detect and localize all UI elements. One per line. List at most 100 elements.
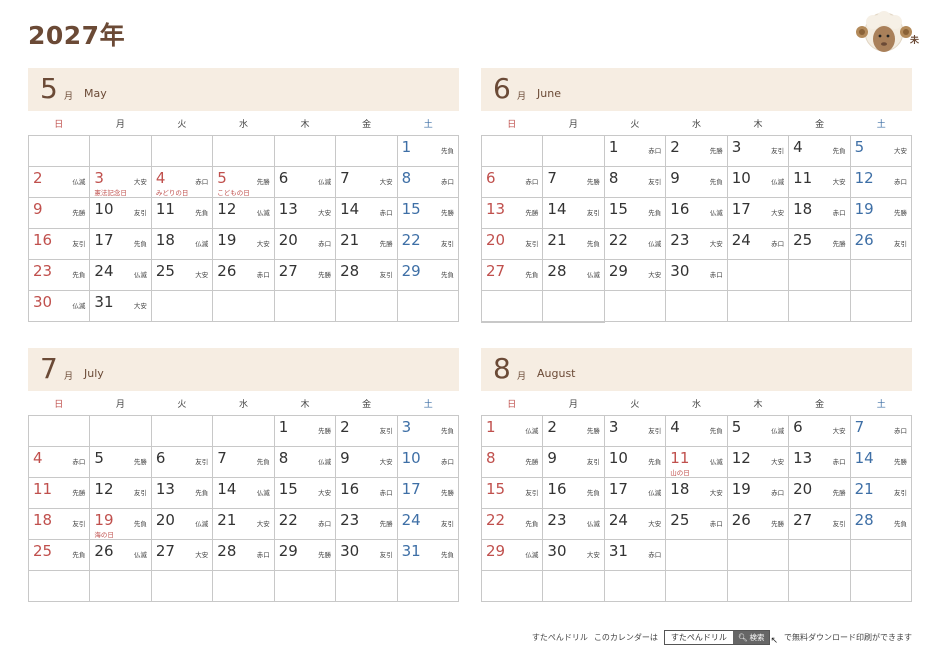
empty-cell [482,322,544,323]
empty-cell [29,416,91,447]
rokuyo-label: 大安 [133,178,147,186]
day-cell: 20 先勝 [789,478,851,509]
weekday-label: 金 [815,119,825,130]
rokuyo-label: 仏滅 [709,458,723,466]
rokuyo-label: 先勝 [771,520,785,528]
day-number: 29 [608,262,628,280]
day-number: 6 [278,169,289,187]
empty-cell [151,571,214,602]
day-number: 28 [217,542,237,560]
day-number: 9 [547,449,557,467]
holiday-name: 憲法記念日 [94,189,127,197]
day-cell: 8 仏滅 [274,447,337,478]
rokuyo-label: 大安 [832,178,846,186]
empty-cell [482,136,544,167]
day-number: 5 [731,418,742,436]
rokuyo-label: 大安 [195,271,209,279]
day-cell: 6 大安 [789,416,851,447]
day-number: 3 [94,169,104,187]
empty-cell [90,416,152,447]
rokuyo-label: 友引 [832,520,846,528]
weekday-label: 土 [876,399,886,410]
weekday-label: 火 [630,399,640,410]
day-number: 21 [217,511,237,529]
rokuyo-label: 大安 [893,147,907,155]
rokuyo-label: 先勝 [709,147,723,155]
rokuyo-label: 仏滅 [709,209,723,217]
weekday-label: 金 [362,399,372,410]
day-cell: 6 赤口 [482,167,544,198]
day-cell: 13 大安 [274,198,337,229]
day-cell: 21 友引 [850,478,912,509]
empty-cell [29,571,91,602]
rokuyo-label: 先勝 [893,458,907,466]
day-cell: 25 赤口 [666,509,728,540]
rokuyo-label: 先負 [72,551,86,559]
empty-cell [482,291,544,322]
day-cell: 22 先負 [482,509,544,540]
day-cell: 31 赤口 [604,540,667,571]
day-cell: 11 先勝 [29,478,91,509]
month-english-name: June [537,87,561,100]
day-cell: 28 仏滅 [543,260,605,291]
weekday-label: 月 [568,119,578,130]
day-cell: 16 先負 [543,478,605,509]
day-cell: 26 友引 [850,229,912,260]
rokuyo-label: 先勝 [72,489,86,497]
empty-cell [213,291,275,322]
rokuyo-label: 先勝 [256,178,270,186]
day-cell: 1 先負 [397,136,459,167]
rokuyo-label: 赤口 [72,458,86,466]
empty-cell [90,136,152,167]
rokuyo-label: 先負 [709,427,723,435]
day-cell: 11 先負 [151,198,214,229]
day-number: 16 [33,231,53,249]
day-cell: 30 友引 [336,540,398,571]
cursor-icon: ↖ [770,636,778,646]
weekday-label: 金 [362,119,372,130]
day-cell: 19 大安 [213,229,275,260]
weekday-label: 日 [54,119,64,130]
day-cell: 15 先勝 [397,198,459,229]
empty-cell [543,136,605,167]
footer-post-text: で無料ダウンロード印刷ができます [784,632,912,642]
weekday-label: 水 [691,399,701,410]
rokuyo-label: 先負 [440,147,454,155]
rokuyo-label: 先勝 [586,178,600,186]
day-number: 8 [608,169,619,187]
rokuyo-label: 友引 [648,427,662,435]
empty-cell [213,416,275,447]
day-number: 19 [94,511,114,529]
rokuyo-label: 先負 [832,147,846,155]
rokuyo-label: 赤口 [832,209,846,217]
empty-cell [482,571,544,602]
day-number: 20 [278,231,298,249]
month-header: 8 月 August [481,348,912,391]
day-number: 20 [155,511,175,529]
rokuyo-label: 大安 [709,240,723,248]
day-cell: 29 仏滅 [482,540,544,571]
day-number: 16 [670,200,690,218]
holiday-name: 山の日 [670,469,690,477]
day-number: 8 [401,169,412,187]
rokuyo-label: 赤口 [318,240,332,248]
day-number: 13 [793,449,813,467]
day-cell: 13 先勝 [482,198,544,229]
day-number: 21 [854,480,874,498]
weekday-label: 土 [423,119,433,130]
day-number: 5 [94,449,104,467]
empty-cell [850,540,912,571]
day-cell: 1 先勝 [274,416,337,447]
weekday-label: 月 [568,399,578,410]
day-cell: 30 赤口 [666,260,728,291]
search-box[interactable]: すたぺんドリル 🔍︎ 検索 [663,629,771,645]
rokuyo-label: 大安 [318,489,332,497]
day-cell: 7 大安 [336,167,398,198]
day-cell: 12 仏滅 [213,198,275,229]
day-cell: 24 赤口 [727,229,790,260]
day-cell: 30 大安 [543,540,605,571]
day-number: 13 [155,480,175,498]
month-header: 7 月 July [28,348,459,391]
search-button[interactable]: 🔍︎ 検索 [732,630,770,644]
empty-cell [789,291,851,322]
